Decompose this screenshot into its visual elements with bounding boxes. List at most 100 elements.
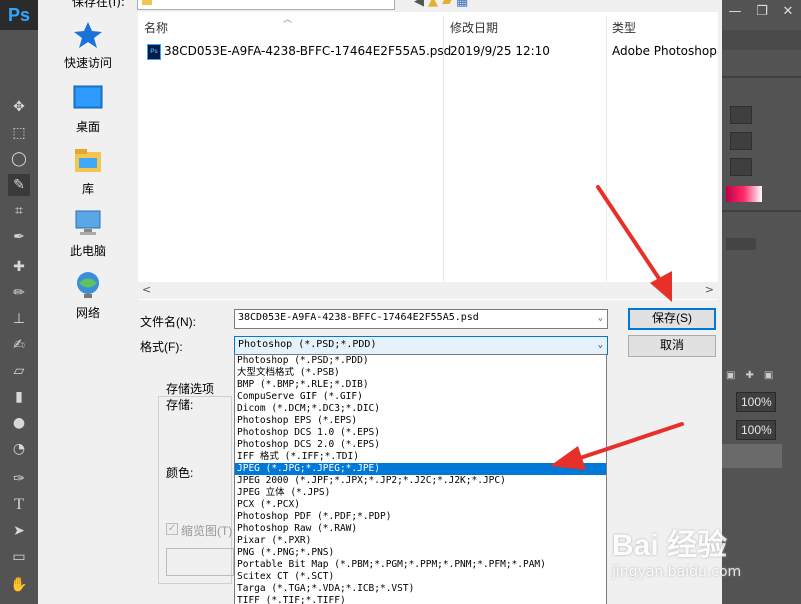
format-dropdown-list[interactable]: Photoshop (*.PSD;*.PDD) 大型文档格式 (*.PSB) BMP… [234,354,607,604]
close-icon[interactable]: ✕ [778,2,798,22]
format-option[interactable]: Photoshop PDF (*.PDF;*.PDP) [235,511,606,523]
format-option[interactable]: CompuServe GIF (*.GIF) [235,391,606,403]
place-quick-access[interactable]: 快速访问 [44,20,132,71]
places-bar: 快速访问 桌面 库 此电脑 网络 [44,14,132,374]
filename-label: 文件名(N): [140,315,196,329]
format-option[interactable]: Photoshop DCS 1.0 (*.EPS) [235,427,606,439]
place-this-pc[interactable]: 此电脑 [44,208,132,259]
format-option[interactable]: JPEG 2000 (*.JPF;*.JPX;*.JP2;*.J2C;*.J2K… [235,475,606,487]
format-option[interactable]: BMP (*.BMP;*.RLE;*.DIB) [235,379,606,391]
save-as-dialog: 保存在(I): ◀▲▰▦ 快速访问 桌面 库 此电脑 网络 ︿ 名称 修改日期 … [38,0,722,604]
file-name: 38CD053E-A9FA-4238-BFFC-17464E2F55A5.psd [164,44,452,58]
opacity-field[interactable]: 100% [736,392,776,412]
horizontal-scrollbar[interactable]: < > [138,282,718,299]
format-option[interactable]: JPEG (*.JPG;*.JPEG;*.JPE) [235,463,606,475]
format-option[interactable]: JPEG 立体 (*.JPS) [235,487,606,499]
star-icon [74,22,102,48]
format-option[interactable]: PCX (*.PCX) [235,499,606,511]
up-folder-icon[interactable]: ▲ [428,0,442,9]
format-option[interactable]: 大型文档格式 (*.PSB) [235,367,606,379]
back-icon[interactable]: ◀ [414,0,428,9]
chevron-down-icon[interactable]: ⌄ [598,337,603,353]
format-option[interactable]: Scitex CT (*.SCT) [235,571,606,583]
save-in-label: 保存在(I): [72,0,125,9]
file-modified: 2019/9/25 12:10 [450,44,550,58]
quick-select-tool-icon[interactable]: ✎ [8,174,30,196]
format-option[interactable]: Photoshop DCS 2.0 (*.EPS) [235,439,606,451]
shape-tool-icon[interactable]: ▭ [8,546,30,568]
history-brush-tool-icon[interactable]: ✍ [8,334,30,356]
cancel-button[interactable]: 取消 [628,335,716,357]
panel-tabs [722,30,801,50]
network-icon [77,272,99,298]
options-box [166,548,234,576]
photoshop-panels: — ❐ ✕ ▣✚▣ 100% 100% [722,0,801,604]
sort-arrow-icon: ︿ [283,15,293,25]
crop-tool-icon[interactable]: ⌗ [8,200,30,222]
filename-input[interactable]: 38CD053E-A9FA-4238-BFFC-17464E2F55A5.psd… [234,309,608,329]
layer-row-selected[interactable] [722,444,782,468]
stamp-tool-icon[interactable]: ⊥ [8,308,30,330]
new-folder-icon[interactable]: ▰ [442,0,456,9]
format-option[interactable]: Portable Bit Map (*.PBM;*.PGM;*.PPM;*.PN… [235,559,606,571]
format-option[interactable]: Pixar (*.PXR) [235,535,606,547]
marquee-tool-icon[interactable]: ⬚ [8,122,30,144]
format-option[interactable]: Photoshop Raw (*.RAW) [235,523,606,535]
chevron-down-icon[interactable]: ⌄ [598,310,603,326]
hand-tool-icon[interactable]: ✋ [8,574,30,596]
format-option[interactable]: Targa (*.TGA;*.VDA;*.ICB;*.VST) [235,583,606,595]
path-select-tool-icon[interactable]: ➤ [8,520,30,542]
eraser-tool-icon[interactable]: ▱ [8,360,30,382]
scroll-right-icon[interactable]: > [705,283,714,296]
color-ramp[interactable] [726,186,762,202]
move-tool-icon[interactable]: ✥ [8,96,30,118]
panel-row [726,238,756,250]
folder-icon [142,0,152,5]
place-label: 网络 [75,306,100,320]
place-library[interactable]: 库 [44,146,132,197]
restore-icon[interactable]: ❐ [752,2,772,22]
format-option[interactable]: Photoshop (*.PSD;*.PDD) [235,355,606,367]
minimize-icon[interactable]: — [725,2,745,22]
format-value: Photoshop (*.PSD;*.PDD) [238,339,377,350]
photoshop-toolbar: Ps ✥ ⬚ ◯ ✎ ⌗ ✒ ✚ ✏ ⊥ ✍ ▱ ▮ ● ◔ ✑ T ➤ ▭ ✋ [0,0,38,604]
file-list[interactable]: ︿ 名称 修改日期 类型 Ps 38CD053E-A9FA-4238-BFFC-… [138,12,718,300]
thumbnail-checkbox[interactable]: ✓ [166,523,178,535]
lasso-tool-icon[interactable]: ◯ [8,148,30,170]
format-select[interactable]: Photoshop (*.PSD;*.PDD) ⌄ [234,336,608,355]
place-desktop[interactable]: 桌面 [44,84,132,135]
format-option[interactable]: IFF 格式 (*.IFF;*.TDI) [235,451,606,463]
dodge-tool-icon[interactable]: ◔ [8,438,30,460]
file-row[interactable]: Ps 38CD053E-A9FA-4238-BFFC-17464E2F55A5.… [144,42,717,62]
healing-brush-tool-icon[interactable]: ✚ [8,256,30,278]
view-menu-icon[interactable]: ▦ [456,0,472,9]
layer-lock-icons[interactable]: ▣✚▣ [726,370,796,382]
format-option[interactable]: PNG (*.PNG;*.PNS) [235,547,606,559]
column-name[interactable]: 名称 [144,19,168,36]
file-type: Adobe Photoshop [612,44,717,58]
color-label: 颜色: [166,466,194,480]
type-tool-icon[interactable]: T [8,494,30,516]
psd-file-icon: Ps [147,44,161,60]
pen-tool-icon[interactable]: ✑ [8,468,30,490]
blur-tool-icon[interactable]: ● [8,412,30,434]
column-type[interactable]: 类型 [612,19,636,36]
place-network[interactable]: 网络 [44,270,132,321]
save-in-combobox[interactable] [137,0,395,10]
save-options-label: 存储选项 [166,382,215,396]
desktop-icon [73,85,103,109]
column-modified[interactable]: 修改日期 [450,19,498,36]
panel-divider [722,210,801,212]
eyedropper-tool-icon[interactable]: ✒ [8,226,30,248]
format-option[interactable]: TIFF (*.TIF;*.TIFF) [235,595,606,604]
place-label: 库 [81,182,94,196]
format-option[interactable]: Photoshop EPS (*.EPS) [235,415,606,427]
fill-field[interactable]: 100% [736,420,776,440]
computer-icon [75,210,101,235]
scroll-left-icon[interactable]: < [142,283,151,296]
save-button[interactable]: 保存(S) [628,308,716,330]
gradient-tool-icon[interactable]: ▮ [8,386,30,408]
place-label: 此电脑 [69,244,106,258]
format-option[interactable]: Dicom (*.DCM;*.DC3;*.DIC) [235,403,606,415]
brush-tool-icon[interactable]: ✏ [8,282,30,304]
